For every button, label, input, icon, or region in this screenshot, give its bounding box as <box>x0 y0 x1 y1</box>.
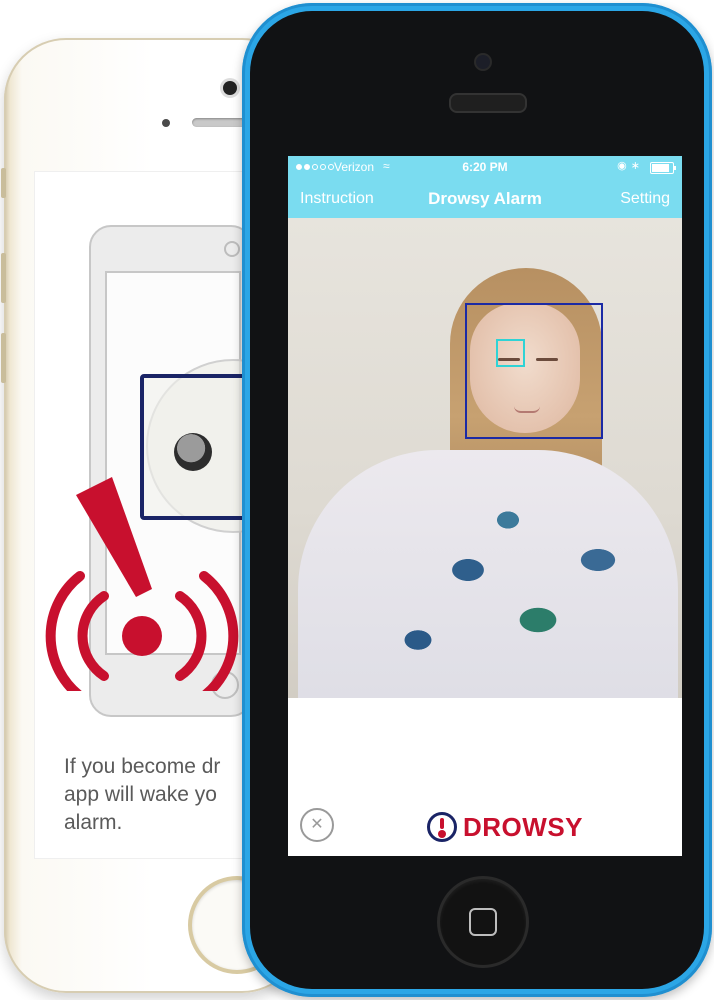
battery-icon <box>650 162 676 174</box>
phone-bezel: Verizon ≈ 6:20 PM ◉∗ Instruction Drowsy … <box>250 11 704 989</box>
alarm-alert-icon <box>45 477 239 691</box>
camera-off-icon[interactable]: ✕ <box>300 808 334 842</box>
mute-switch <box>1 168 6 198</box>
illustration-camera <box>224 241 240 257</box>
setting-button[interactable]: Setting <box>620 190 670 208</box>
camera-preview <box>288 218 682 698</box>
front-phone: Verizon ≈ 6:20 PM ◉∗ Instruction Drowsy … <box>242 3 712 997</box>
drowsy-logo: DROWSY <box>427 810 583 844</box>
illustration-eye <box>174 433 212 471</box>
proximity-sensor <box>162 119 170 127</box>
app-screen: Verizon ≈ 6:20 PM ◉∗ Instruction Drowsy … <box>288 156 682 856</box>
volume-up-button <box>1 253 6 303</box>
earpiece-speaker <box>449 93 527 113</box>
front-camera <box>476 55 490 69</box>
front-camera <box>223 81 237 95</box>
nav-bar: Verizon ≈ 6:20 PM ◉∗ Instruction Drowsy … <box>288 156 682 218</box>
bottom-panel: ✕ DROWSY <box>288 698 682 856</box>
home-square-icon <box>469 908 497 936</box>
face-detection-box <box>465 303 603 439</box>
logo-text: DROWSY <box>463 811 583 842</box>
status-bar: Verizon ≈ 6:20 PM ◉∗ <box>288 156 682 178</box>
home-button[interactable] <box>440 879 526 965</box>
lock-bluetooth-icons: ◉∗ <box>617 160 644 172</box>
logo-alert-icon <box>427 812 457 842</box>
subject-body <box>298 450 678 698</box>
volume-down-button <box>1 333 6 383</box>
eye-detection-box <box>496 339 525 367</box>
